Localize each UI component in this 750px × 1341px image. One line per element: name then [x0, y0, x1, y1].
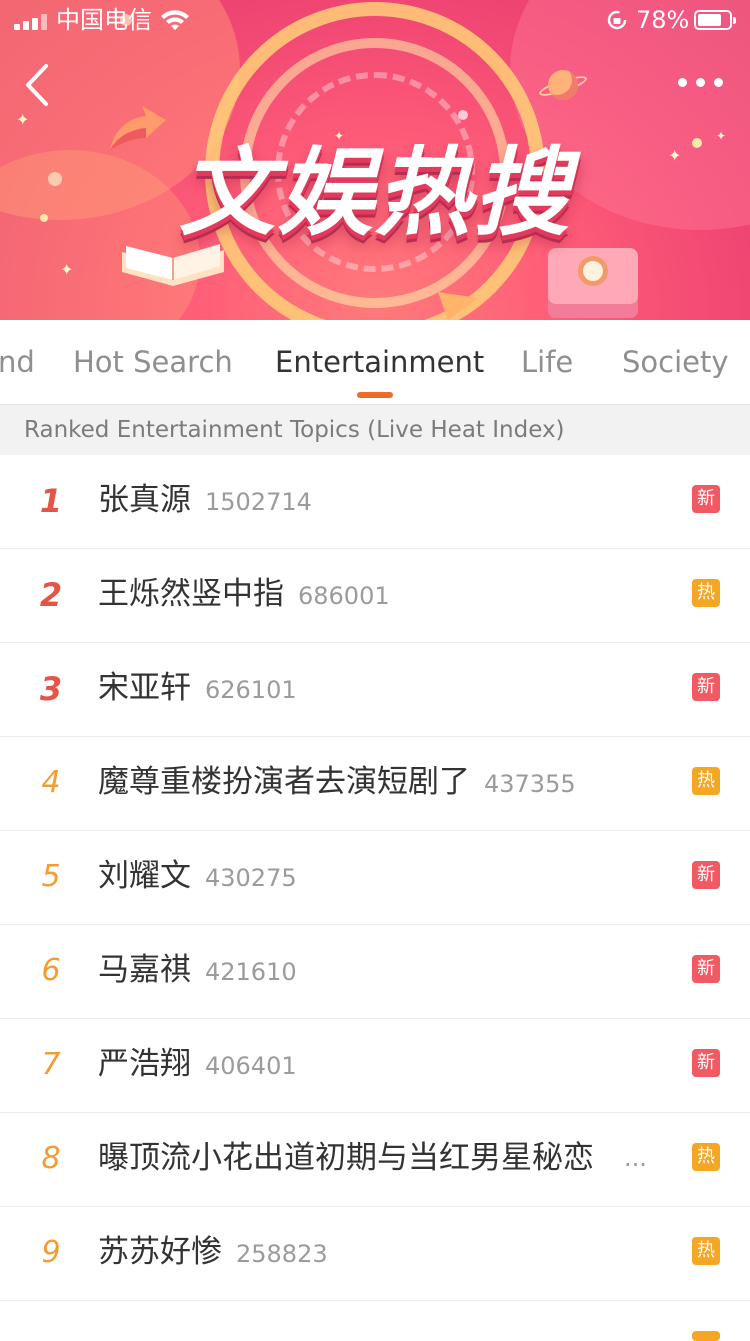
topic-text: 魔尊重楼扮演者去演短剧了 [98, 764, 470, 800]
truncation-ellipsis: ... [624, 1144, 647, 1172]
tab-society[interactable]: Society [622, 342, 729, 382]
topic-text: 马嘉祺 [98, 952, 191, 988]
tab-entertainment[interactable]: Entertainment [275, 342, 484, 382]
heat-value: 406401 [205, 1052, 297, 1080]
topic-text: 刘耀文 [98, 858, 191, 894]
active-tab-indicator [357, 392, 393, 398]
new-badge: 新 [692, 861, 720, 889]
topic-text: 张真源 [98, 482, 191, 518]
new-badge: 新 [692, 485, 720, 513]
rank-number: 3 [39, 670, 63, 708]
rank-number: 1 [39, 482, 63, 520]
heat-value: 430275 [205, 864, 297, 892]
header-banner: ✦ ✦ ✦ ✦ ✦ 文娱热搜 中国电信 78% [0, 0, 750, 320]
section-subheader: Ranked Entertainment Topics (Live Heat I… [0, 405, 750, 455]
paper-plane-icon [438, 292, 478, 320]
list-item-partial[interactable] [0, 1301, 750, 1341]
battery-percent: 78% [636, 6, 690, 34]
hot-badge: 热 [692, 579, 720, 607]
list-item[interactable]: 1 张真源 1502714 新 [0, 455, 750, 549]
list-item[interactable]: 6 马嘉祺 421610 新 [0, 925, 750, 1019]
camera-lens [578, 256, 608, 286]
topic-title: 魔尊重楼扮演者去演短剧了 437355 [98, 761, 576, 805]
planet-icon [548, 70, 578, 100]
heat-value: 1502714 [205, 488, 312, 516]
new-badge: 新 [692, 673, 720, 701]
list-item[interactable]: 9 苏苏好惨 258823 热 [0, 1207, 750, 1301]
battery-icon [694, 10, 736, 30]
rotation-lock-icon [607, 10, 627, 30]
topic-text: 严浩翔 [98, 1046, 191, 1082]
topic-text: 曝顶流小花出道初期与当红男星秘恋 [98, 1140, 594, 1176]
topic-title: 曝顶流小花出道初期与当红男星秘恋 [98, 1137, 594, 1179]
rank-number: 5 [41, 859, 61, 894]
carrier-name: 中国电信 [56, 6, 152, 34]
battery-level [698, 14, 721, 26]
topic-text: 宋亚轩 [98, 670, 191, 706]
heat-value: 437355 [484, 770, 576, 798]
wifi-icon [161, 10, 189, 30]
camera-icon [548, 248, 638, 318]
topic-title: 马嘉祺 421610 [98, 949, 297, 993]
signal-icon [14, 14, 50, 30]
category-tabs: nd Hot Search Entertainment Life Society [0, 320, 750, 405]
list-item[interactable]: 2 王烁然竖中指 686001 热 [0, 549, 750, 643]
new-badge: 新 [692, 1049, 720, 1077]
sparkle-icon: ✦ [60, 260, 74, 279]
hot-badge: 热 [692, 1143, 720, 1171]
heat-value: 626101 [205, 676, 297, 704]
rank-number: 4 [41, 765, 61, 800]
topic-title: 王烁然竖中指 686001 [98, 573, 390, 617]
topic-title: 宋亚轩 626101 [98, 667, 297, 711]
list-item[interactable]: 8 曝顶流小花出道初期与当红男星秘恋 ... 热 [0, 1113, 750, 1207]
rank-number: 8 [41, 1141, 61, 1176]
back-button[interactable] [18, 60, 58, 110]
status-bar: 中国电信 78% [0, 0, 750, 40]
hot-badge: 热 [692, 767, 720, 795]
sparkle-icon: ✦ [16, 110, 30, 129]
topic-text: 苏苏好惨 [98, 1234, 222, 1270]
list-item[interactable]: 7 严浩翔 406401 新 [0, 1019, 750, 1113]
hot-badge: 热 [692, 1237, 720, 1265]
banner-title: 文娱热搜 [179, 137, 571, 249]
rank-number: 7 [41, 1047, 61, 1082]
list-item[interactable]: 3 宋亚轩 626101 新 [0, 643, 750, 737]
list-item[interactable]: 5 刘耀文 430275 新 [0, 831, 750, 925]
topic-title: 苏苏好惨 258823 [98, 1231, 328, 1275]
rank-number: 6 [41, 953, 61, 988]
tab-hot-search[interactable]: Hot Search [73, 342, 233, 382]
hot-badge [692, 1331, 720, 1341]
tab-partial[interactable]: nd [0, 342, 35, 382]
tab-life[interactable]: Life [521, 342, 573, 382]
heat-value: 686001 [298, 582, 390, 610]
topic-title: 严浩翔 406401 [98, 1043, 297, 1087]
topic-title: 张真源 1502714 [98, 479, 312, 523]
topic-text: 王烁然竖中指 [98, 576, 284, 612]
rank-number: 2 [39, 576, 63, 614]
list-item[interactable]: 4 魔尊重楼扮演者去演短剧了 437355 热 [0, 737, 750, 831]
heat-value: 258823 [236, 1240, 328, 1268]
more-options-button[interactable] [672, 70, 728, 94]
subheader-text: Ranked Entertainment Topics (Live Heat I… [24, 417, 565, 443]
rank-number: 9 [41, 1235, 61, 1270]
new-badge: 新 [692, 955, 720, 983]
topic-title: 刘耀文 430275 [98, 855, 297, 899]
heat-value: 421610 [205, 958, 297, 986]
banner-dot [458, 110, 468, 120]
